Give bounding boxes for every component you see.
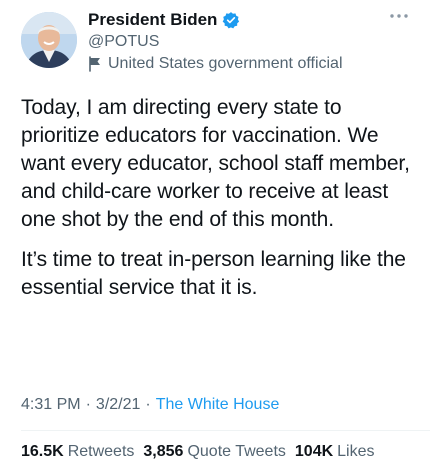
tweet-paragraph-2: It’s time to treat in-person learning li…: [21, 248, 406, 299]
tweet-text: Today, I am directing every state to pri…: [21, 94, 421, 302]
tweet-header: President Biden @POTUS United States gov…: [21, 8, 420, 78]
verified-badge-icon: [222, 11, 240, 29]
divider: [21, 430, 430, 431]
tweet-meta: 4:31 PM · 3/2/21 · The White House: [21, 396, 279, 414]
avatar[interactable]: [21, 12, 77, 68]
tweet-source-link[interactable]: The White House: [156, 396, 280, 414]
likes-label: Likes: [337, 443, 375, 460]
display-name[interactable]: President Biden: [88, 10, 217, 30]
retweets-count: 16.5K: [21, 443, 64, 460]
engagement-stats: 16.5K Retweets 3,856 Quote Tweets 104K L…: [21, 443, 384, 461]
likes-stat[interactable]: 104K Likes: [295, 443, 375, 461]
tweet-date[interactable]: 3/2/21: [96, 396, 140, 414]
more-options-icon[interactable]: [388, 8, 410, 24]
avatar-image: [21, 12, 77, 68]
meta-separator: ·: [145, 396, 151, 413]
government-label[interactable]: United States government official: [88, 55, 343, 73]
quote-tweets-stat[interactable]: 3,856 Quote Tweets: [143, 443, 285, 461]
name-row: President Biden: [88, 10, 240, 30]
retweets-label: Retweets: [67, 443, 135, 460]
government-label-text: United States government official: [108, 55, 343, 72]
retweets-stat[interactable]: 16.5K Retweets: [21, 443, 134, 461]
quote-tweets-count: 3,856: [143, 443, 184, 460]
tweet-paragraph-1: Today, I am directing every state to pri…: [21, 96, 410, 231]
flag-icon: [88, 56, 102, 72]
likes-count: 104K: [294, 443, 334, 460]
tweet-time[interactable]: 4:31 PM: [21, 396, 81, 414]
handle[interactable]: @POTUS: [88, 33, 159, 51]
quote-tweets-label: Quote Tweets: [187, 443, 286, 460]
meta-separator: ·: [85, 396, 91, 413]
